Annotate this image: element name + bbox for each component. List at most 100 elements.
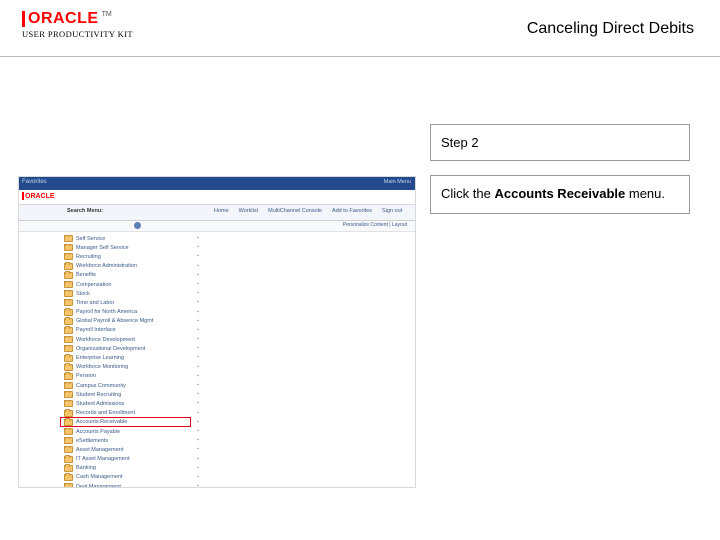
topbar-right: Main Menu — [384, 179, 411, 185]
menu-item[interactable]: Workforce Monitoring — [64, 363, 184, 372]
submenu-indicator-icon: ▪ — [195, 455, 201, 464]
menu-item[interactable]: IT Asset Management — [64, 455, 184, 464]
menu-item[interactable]: Workforce Administration — [64, 262, 184, 271]
menu-item[interactable]: Student Recruiting — [64, 390, 184, 399]
folder-icon — [64, 336, 73, 343]
submenu-indicator-icon: ▪ — [195, 473, 201, 482]
menu-item-label: Organizational Development — [76, 346, 145, 352]
menu-item-label: Workforce Monitoring — [76, 364, 128, 370]
menu-item[interactable]: Recruiting — [64, 252, 184, 261]
menu-item[interactable]: Organizational Development — [64, 344, 184, 353]
main-menu-column: Self ServiceManager Self Service Recruiti… — [64, 234, 184, 488]
link-signout[interactable]: Sign out — [382, 208, 402, 214]
personalize-link[interactable]: Personalize Content | Layout — [343, 222, 407, 228]
logo-subtitle: USER PRODUCTIVITY KIT — [22, 29, 133, 39]
folder-icon — [64, 364, 73, 371]
folder-icon — [64, 400, 73, 407]
folder-icon — [64, 465, 73, 472]
menu-item[interactable]: Time and Labor — [64, 298, 184, 307]
folder-icon — [64, 456, 73, 463]
instruction-text-box: Click the Accounts Receivable menu. — [430, 175, 690, 214]
folder-icon — [64, 355, 73, 362]
menu-item-label: Payroll Interface — [76, 327, 116, 333]
menu-item-label: eSettlements — [76, 438, 108, 444]
menu-item[interactable]: Accounts Receivable — [64, 418, 184, 427]
menu-item[interactable]: Workforce Development — [64, 335, 184, 344]
menu-item-label: Workforce Administration — [76, 263, 137, 269]
menu-item[interactable]: Payroll Interface — [64, 326, 184, 335]
menu-item[interactable]: Stock — [64, 289, 184, 298]
folder-icon — [64, 272, 73, 279]
folder-icon — [64, 419, 73, 426]
submenu-indicator-icon: ▪ — [195, 482, 201, 488]
menu-item[interactable]: Manager Self Service — [64, 243, 184, 252]
menu-item[interactable]: Benefits — [64, 271, 184, 280]
folder-icon — [64, 446, 73, 453]
menu-item[interactable]: Enterprise Learning — [64, 353, 184, 362]
menu-item[interactable]: Cash Management — [64, 473, 184, 482]
menu-item[interactable]: Self Service — [64, 234, 184, 243]
menu-item[interactable]: Banking — [64, 464, 184, 473]
logo-tm: TM — [102, 11, 112, 18]
folder-icon — [64, 253, 73, 260]
menu-item-label: Global Payroll & Absence Mgmt — [76, 318, 153, 324]
menu-item-label: Accounts Receivable — [76, 419, 127, 425]
menu-item[interactable]: Records and Enrollment — [64, 409, 184, 418]
submenu-indicator-column: ▪▪▪▪▪▪▪▪▪▪▪▪▪▪▪▪▪▪▪▪▪▪▪▪▪▪▪▪ — [195, 234, 201, 488]
menu-item-label: Campus Community — [76, 383, 126, 389]
folder-icon — [64, 345, 73, 352]
folder-icon — [64, 483, 73, 488]
folder-icon — [64, 373, 73, 380]
submenu-indicator-icon: ▪ — [195, 427, 201, 436]
app-toolbar: Search Menu: Home Worklist MultiChannel … — [19, 205, 415, 221]
menu-item-label: Recruiting — [76, 254, 101, 260]
submenu-indicator-icon: ▪ — [195, 298, 201, 307]
link-fav[interactable]: Add to Favorites — [332, 208, 372, 214]
folder-icon — [64, 309, 73, 316]
menu-item-label: IT Asset Management — [76, 456, 129, 462]
menu-item[interactable]: Compensation — [64, 280, 184, 289]
submenu-indicator-icon: ▪ — [195, 262, 201, 271]
submenu-indicator-icon: ▪ — [195, 243, 201, 252]
folder-icon — [64, 410, 73, 417]
menu-item[interactable]: Campus Community — [64, 381, 184, 390]
submenu-indicator-icon: ▪ — [195, 418, 201, 427]
folder-icon — [64, 235, 73, 242]
page-header: ORACLE TM USER PRODUCTIVITY KIT Cancelin… — [0, 0, 720, 58]
menu-item[interactable]: Accounts Payable — [64, 427, 184, 436]
submenu-indicator-icon: ▪ — [195, 436, 201, 445]
instr-suffix: menu. — [625, 186, 665, 201]
menu-item[interactable]: Global Payroll & Absence Mgmt — [64, 317, 184, 326]
menu-item-label: Self Service — [76, 236, 105, 242]
submenu-indicator-icon: ▪ — [195, 271, 201, 280]
menu-item-label: Accounts Payable — [76, 429, 120, 435]
instr-prefix: Click the — [441, 186, 494, 201]
menu-item-label: Pension — [76, 373, 96, 379]
menu-item[interactable]: Student Admissions — [64, 399, 184, 408]
menu-item-label: Student Recruiting — [76, 392, 121, 398]
submenu-indicator-icon: ▪ — [195, 381, 201, 390]
link-home[interactable]: Home — [214, 208, 229, 214]
instr-bold: Accounts Receivable — [494, 186, 625, 201]
instruction-panel: Step 2 Click the Accounts Receivable men… — [430, 124, 690, 228]
link-mcc[interactable]: MultiChannel Console — [268, 208, 322, 214]
folder-icon — [64, 327, 73, 334]
folder-icon — [64, 299, 73, 306]
menu-item[interactable]: Payroll for North America — [64, 308, 184, 317]
menu-item-label: Records and Enrollment — [76, 410, 135, 416]
submenu-indicator-icon: ▪ — [195, 234, 201, 243]
menu-item[interactable]: Asset Management — [64, 445, 184, 454]
menu-item[interactable]: eSettlements — [64, 436, 184, 445]
menu-item[interactable]: Pension — [64, 372, 184, 381]
submenu-indicator-icon: ▪ — [195, 409, 201, 418]
link-worklist[interactable]: Worklist — [239, 208, 258, 214]
submenu-indicator-icon: ▪ — [195, 335, 201, 344]
oracle-upk-logo: ORACLE TM USER PRODUCTIVITY KIT — [22, 10, 133, 39]
toolbar-links: Home Worklist MultiChannel Console Add t… — [214, 208, 402, 214]
menu-item[interactable]: Deal Management — [64, 482, 184, 488]
search-go-icon[interactable] — [134, 222, 141, 229]
app-screenshot: Favorites Main Menu ORACLE Search Menu: … — [18, 176, 416, 488]
submenu-indicator-icon: ▪ — [195, 344, 201, 353]
submenu-indicator-icon: ▪ — [195, 308, 201, 317]
submenu-indicator-icon: ▪ — [195, 353, 201, 362]
